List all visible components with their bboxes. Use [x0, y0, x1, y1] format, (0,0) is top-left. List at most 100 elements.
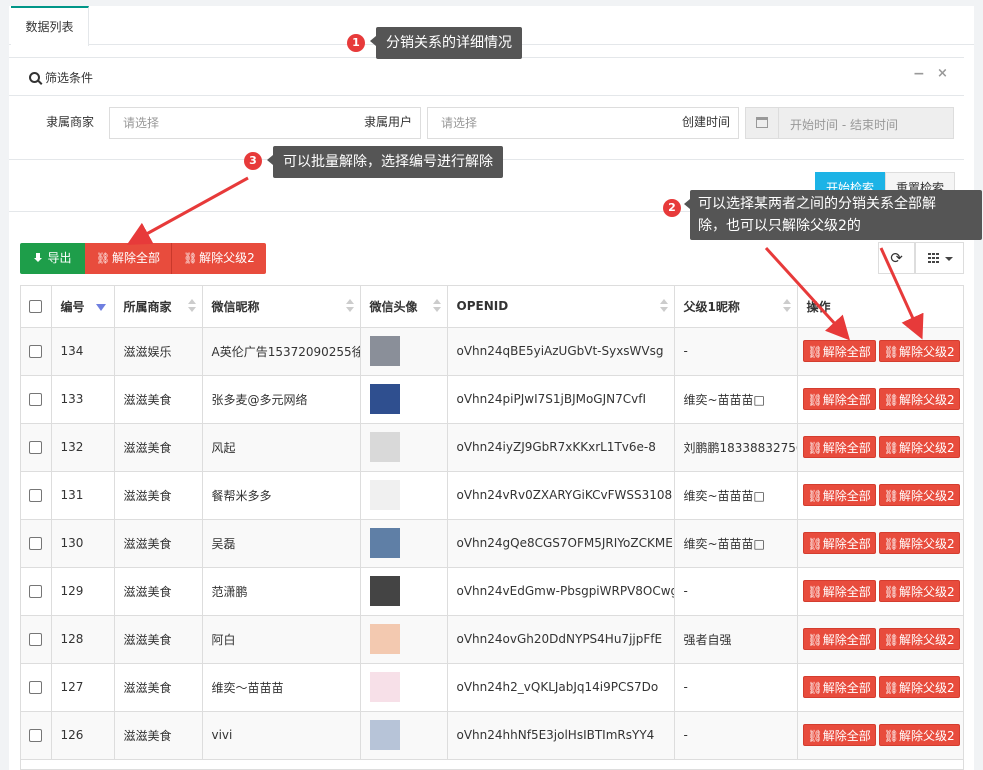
- cell-nickname: 维奕～苗苗苗: [202, 663, 361, 712]
- tab-data-list[interactable]: 数据列表: [11, 6, 89, 46]
- col-header-actions: 操作: [797, 286, 963, 328]
- row-select-cell: [21, 375, 52, 424]
- grid-icon: [928, 253, 940, 263]
- row-unbind-all-label: 解除全部: [822, 633, 871, 647]
- date-range-placeholder: 开始时间 - 结束时间: [790, 118, 898, 132]
- row-unbind-parent2-label: 解除父级2: [898, 345, 955, 359]
- table-row[interactable]: 128 滋滋美食 阿白 oVhn24ovGh20DdNYPS4Hu7jjpFfE 强者自…: [21, 615, 963, 664]
- row-select-cell: [21, 567, 52, 616]
- avatar: [369, 384, 400, 414]
- table-row[interactable]: 132 滋滋美食 风起 oVhn24iyZJ9GbR7xKKxrL1Tv6e-8 刘鹏鹏…: [21, 423, 963, 472]
- chevron-down-icon: [945, 257, 953, 261]
- row-unbind-parent2-button[interactable]: ⛓解除父级2: [878, 484, 960, 506]
- unbind-all-label: 解除全部: [111, 251, 160, 265]
- table-row[interactable]: 126 滋滋美食 vivi oVhn24hhNf5E3jolHsIBTImRsYY4-…: [21, 711, 963, 760]
- cell-avatar: [360, 471, 448, 520]
- avatar: [369, 576, 400, 606]
- search-icon: [29, 72, 40, 83]
- table-row[interactable]: 133 滋滋美食 张多麦@多元网络 oVhn24piPJwI7S1jBJMoGJN7C…: [21, 375, 963, 424]
- row-unbind-parent2-button[interactable]: ⛓解除父级2: [878, 532, 960, 554]
- cell-actions: ⛓解除全部 ⛓解除父级2: [797, 567, 963, 616]
- cell-parent1: 维奕~苗苗苗□: [674, 519, 798, 568]
- row-unbind-all-label: 解除全部: [822, 729, 871, 743]
- row-unbind-all-button[interactable]: ⛓解除全部: [802, 436, 876, 458]
- calendar-addon: [746, 108, 779, 138]
- export-button[interactable]: 导出: [20, 243, 85, 274]
- row-checkbox[interactable]: [29, 393, 42, 406]
- row-unbind-all-button[interactable]: ⛓解除全部: [802, 676, 876, 698]
- callout-3: 可以批量解除，选择编号进行解除: [267, 146, 503, 178]
- col-header-parent1[interactable]: 父级1昵称: [674, 286, 798, 328]
- row-unbind-all-button[interactable]: ⛓解除全部: [802, 724, 876, 746]
- avatar: [369, 672, 400, 702]
- table-row[interactable]: 131 滋滋美食 餐帮米多多 oVhn24vRv0ZXARYGiKCvFWSS3108…: [21, 471, 963, 520]
- cell-merchant: 滋滋美食: [114, 567, 203, 616]
- row-unbind-parent2-button[interactable]: ⛓解除父级2: [878, 724, 960, 746]
- col-header-nickname[interactable]: 微信昵称: [202, 286, 361, 328]
- col-header-avatar[interactable]: 微信头像: [360, 286, 448, 328]
- row-unbind-parent2-button[interactable]: ⛓解除父级2: [878, 340, 960, 362]
- row-unbind-parent2-label: 解除父级2: [898, 537, 955, 551]
- cell-openid: oVhn24qBE5yiAzUGbVt-SyxsWVsg: [447, 327, 675, 376]
- row-unbind-parent2-button[interactable]: ⛓解除父级2: [878, 580, 960, 602]
- row-checkbox[interactable]: [29, 681, 42, 694]
- table-row[interactable]: 127 滋滋美食 维奕～苗苗苗 oVhn24h2_vQKLJabJq14i9PCS7D…: [21, 663, 963, 712]
- row-unbind-all-button[interactable]: ⛓解除全部: [802, 532, 876, 554]
- row-unbind-all-button[interactable]: ⛓解除全部: [802, 340, 876, 362]
- columns-toggle-button[interactable]: [915, 242, 964, 274]
- col-header-openid-text: OPENID: [456, 299, 509, 314]
- cell-nickname: 范潇鹏: [202, 567, 361, 616]
- cell-actions: ⛓解除全部 ⛓解除父级2: [797, 519, 963, 568]
- row-unbind-all-button[interactable]: ⛓解除全部: [802, 628, 876, 650]
- cell-openid: oVhn24vRv0ZXARYGiKCvFWSS3108: [447, 471, 675, 520]
- unbind-parent2-button[interactable]: ⛓ 解除父级2: [172, 243, 266, 274]
- row-unbind-parent2-button[interactable]: ⛓解除父级2: [878, 628, 960, 650]
- unbind-all-button[interactable]: ⛓ 解除全部: [85, 243, 172, 274]
- unlink-icon: ⛓: [807, 585, 823, 599]
- row-select-cell: [21, 327, 52, 376]
- collapse-icon[interactable]: −: [913, 66, 925, 82]
- row-unbind-all-button[interactable]: ⛓解除全部: [802, 484, 876, 506]
- export-label: 导出: [47, 251, 72, 265]
- cell-openid: oVhn24h2_vQKLJabJq14i9PCS7Do: [447, 663, 675, 712]
- cell-merchant: 滋滋娱乐: [114, 327, 203, 376]
- col-header-id-text: 编号: [60, 299, 85, 314]
- row-checkbox[interactable]: [29, 489, 42, 502]
- unlink-icon: ⛓: [807, 489, 823, 503]
- select-all-checkbox[interactable]: [29, 300, 42, 314]
- row-checkbox[interactable]: [29, 537, 42, 550]
- cell-avatar: [360, 567, 448, 616]
- col-header-openid[interactable]: OPENID: [447, 286, 675, 328]
- row-unbind-all-button[interactable]: ⛓解除全部: [802, 580, 876, 602]
- row-unbind-parent2-button[interactable]: ⛓解除父级2: [878, 388, 960, 410]
- sort-icon: [659, 299, 668, 313]
- row-unbind-parent2-label: 解除父级2: [898, 681, 955, 695]
- cell-merchant: 滋滋美食: [114, 615, 203, 664]
- table-row[interactable]: 129 滋滋美食 范潇鹏 oVhn24vEdGmw-PbsgpiWRPV8OCwg - ⛓…: [21, 567, 963, 616]
- refresh-button[interactable]: ⟳: [878, 242, 915, 274]
- row-unbind-all-button[interactable]: ⛓解除全部: [802, 388, 876, 410]
- row-unbind-parent2-button[interactable]: ⛓解除父级2: [878, 676, 960, 698]
- unlink-icon: ⛓: [807, 393, 823, 407]
- close-icon[interactable]: ×: [937, 66, 948, 81]
- row-checkbox[interactable]: [29, 441, 42, 454]
- col-header-nickname-text: 微信昵称: [211, 299, 260, 314]
- row-checkbox[interactable]: [29, 729, 42, 742]
- row-checkbox[interactable]: [29, 585, 42, 598]
- col-header-merchant[interactable]: 所属商家: [114, 286, 203, 328]
- row-checkbox[interactable]: [29, 633, 42, 646]
- refresh-icon: ⟳: [890, 249, 903, 267]
- date-range-input[interactable]: 开始时间 - 结束时间: [745, 107, 954, 139]
- row-unbind-parent2-label: 解除父级2: [898, 441, 955, 455]
- row-checkbox[interactable]: [29, 345, 42, 358]
- col-header-id[interactable]: 编号: [51, 286, 115, 328]
- row-unbind-all-label: 解除全部: [822, 345, 871, 359]
- callout-2-line1: 可以选择某两者之间的分销关系全部解: [698, 196, 936, 212]
- table-row[interactable]: 134 滋滋娱乐 A英伦广告15372090255徐 oVhn24qBE5yiAzUG…: [21, 327, 963, 376]
- cell-id: 130: [51, 519, 115, 568]
- row-unbind-parent2-button[interactable]: ⛓解除父级2: [878, 436, 960, 458]
- cell-actions: ⛓解除全部 ⛓解除父级2: [797, 663, 963, 712]
- table-row[interactable]: 130 滋滋美食 吴磊 oVhn24gQe8CGS7OFM5JRIYoZCKME 维奕~…: [21, 519, 963, 568]
- unlink-icon: ⛓: [883, 585, 899, 599]
- cell-actions: ⛓解除全部 ⛓解除父级2: [797, 423, 963, 472]
